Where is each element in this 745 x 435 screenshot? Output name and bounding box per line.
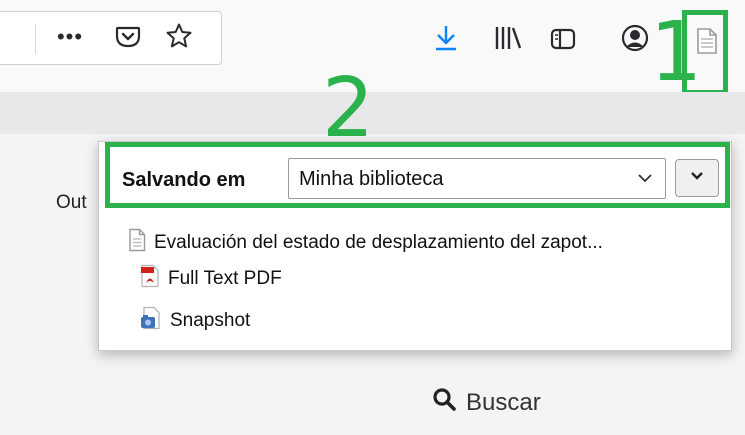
attachment-label: Snapshot [170,310,251,331]
document-icon [128,228,146,258]
pocket-icon[interactable] [113,22,143,52]
search-label: Buscar [466,388,541,416]
attachment-row: Snapshot [140,306,250,336]
sidebar-icon[interactable] [549,26,577,52]
saving-in-label: Salvando em [122,169,246,191]
chevron-down-icon [690,169,704,187]
search-link[interactable]: Buscar [432,387,541,418]
saved-item-row: Evaluación del estado de desplazamiento … [128,228,603,258]
saved-item-title: Evaluación del estado de desplazamiento … [154,232,603,253]
annotation-box-1 [682,10,728,95]
attachment-label: Full Text PDF [168,268,282,289]
star-icon[interactable] [164,21,194,51]
url-bar-separator [35,24,36,54]
search-icon [432,387,456,418]
snapshot-icon [140,306,162,336]
page-actions-button[interactable]: ••• [50,22,90,52]
pdf-icon [140,264,160,294]
collection-select[interactable]: Minha biblioteca [288,158,666,199]
annotation-number-2: 2 [322,61,375,156]
expand-tree-button[interactable] [675,159,719,197]
account-icon[interactable] [618,22,652,54]
page-partial-text: Out [56,192,87,213]
collection-select-value: Minha biblioteca [299,168,444,190]
attachment-row: Full Text PDF [140,264,282,294]
chevron-down-icon [637,171,653,190]
library-icon[interactable] [492,24,524,52]
download-icon[interactable] [432,22,460,54]
